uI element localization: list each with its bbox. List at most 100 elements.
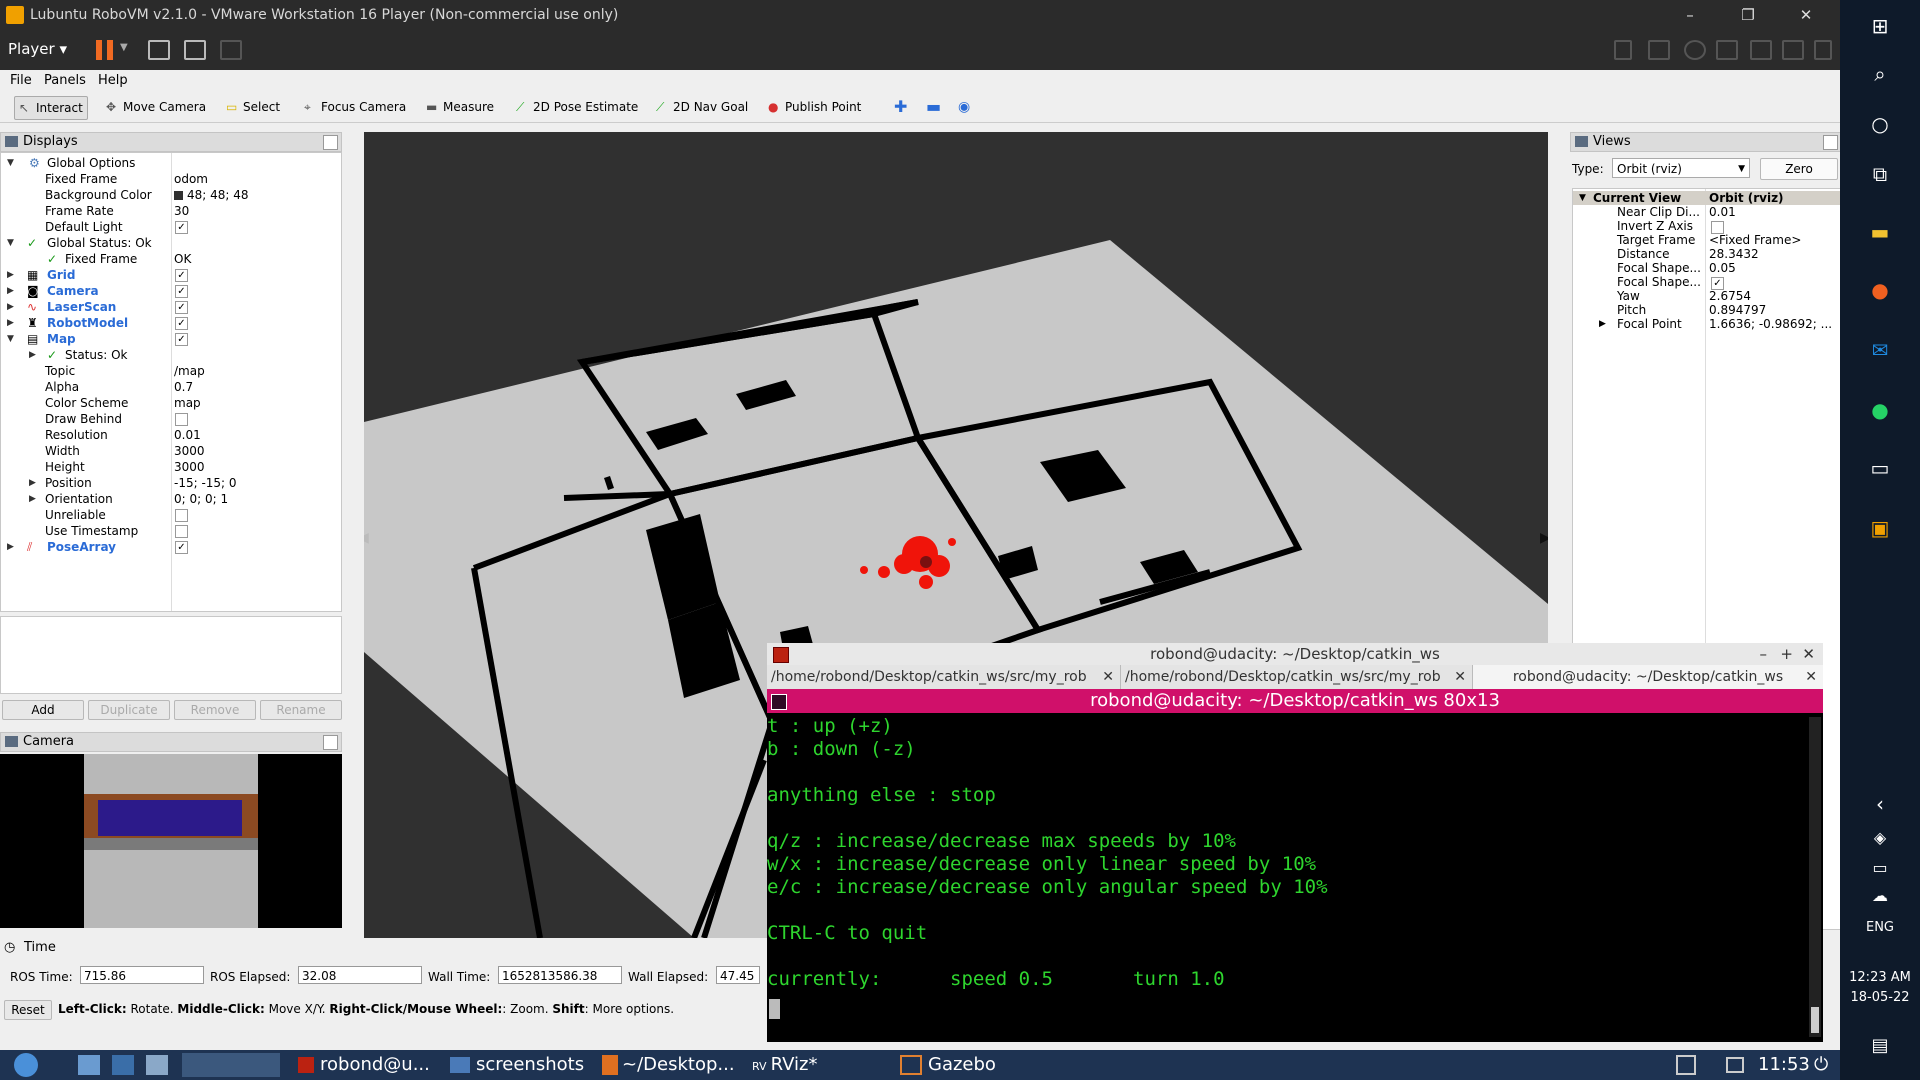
clipboard-icon[interactable] [1676,1055,1696,1075]
menu-help[interactable]: Help [98,73,128,88]
taskbar-clock[interactable]: 11:53 [1758,1054,1810,1076]
defender-icon[interactable]: ◈ [1868,826,1892,850]
terminal-tab-2[interactable]: /home/robond/Desktop/catkin_ws/src/my_ro… [1121,665,1473,689]
chevron-down-icon[interactable]: ▼ [120,42,128,53]
close-tab-icon[interactable]: ✕ [1102,665,1114,689]
row-value[interactable]: 0.7 [174,379,193,395]
select-tool[interactable]: ▭ Select [222,96,284,118]
taskbar-item-gazebo[interactable]: Gazebo [900,1054,996,1076]
view-row[interactable]: Focal Shape... ✓ [1573,275,1841,290]
scrollbar-thumb[interactable] [1811,1007,1819,1033]
pause-icon[interactable] [96,40,114,60]
undock-icon[interactable] [1823,135,1838,150]
vmware-icon[interactable]: ▣ [1868,516,1892,540]
add-tool-icon[interactable]: ✚ [890,96,911,118]
whatsapp-icon[interactable]: ● [1868,398,1892,422]
battery-icon[interactable]: ▭ [1868,856,1892,880]
language-indicator[interactable]: ENG [1840,920,1920,935]
robotmodel-checkbox[interactable]: ✓ [175,317,188,330]
windows-start-icon[interactable]: ⊞ [1868,14,1892,38]
cd-icon[interactable] [1684,40,1706,60]
tool-properties-icon[interactable]: ◉ [954,96,974,118]
unity-icon[interactable] [220,40,242,60]
chevron-left-icon[interactable]: ‹ [1868,792,1892,816]
ros-time-field[interactable]: 715.86 [80,966,204,984]
view-row[interactable]: Pitch 0.894797 [1573,303,1841,317]
fullscreen-icon[interactable] [184,40,206,60]
harddisk-icon[interactable] [1648,40,1670,60]
close-icon[interactable]: ✕ [1802,643,1815,665]
focus-camera-tool[interactable]: ⌖ Focus Camera [300,96,410,118]
row-value[interactable]: /map [174,363,205,379]
close-tab-icon[interactable]: ✕ [1454,665,1466,689]
display-icon[interactable] [1716,40,1738,60]
undock-icon[interactable] [323,135,338,150]
row-value[interactable]: map [174,395,201,411]
expand-icon[interactable]: ▶ [1599,317,1606,331]
network-icon[interactable] [1614,40,1632,60]
wall-elapsed-field[interactable]: 47.45 [716,966,760,984]
view-row[interactable]: Yaw 2.6754 [1573,289,1841,303]
maximize-icon[interactable]: + [1780,643,1793,665]
browser-icon[interactable] [112,1055,134,1075]
row-value[interactable]: 2.6754 [1709,289,1751,303]
power-icon[interactable]: ⏻ [1814,1054,1828,1076]
cloud-icon[interactable]: ☁ [1868,884,1892,908]
system-date[interactable]: 18-05-22 [1840,990,1920,1005]
terminal-window[interactable]: robond@udacity: ~/Desktop/catkin_ws – + … [767,643,1823,1042]
notifications-icon[interactable]: ▤ [1868,1034,1892,1058]
show-desktop-icon[interactable] [146,1055,168,1075]
reset-button[interactable]: Reset [4,1000,52,1020]
rename-display-button[interactable]: Rename [260,700,342,720]
row-value[interactable]: 30 [174,203,189,219]
minimize-icon[interactable]: – [1760,643,1768,665]
laserscan-checkbox[interactable]: ✓ [175,301,188,314]
view-row[interactable]: ▶ Focal Point 1.6636; -0.98692; ... [1573,317,1841,331]
player-menu-button[interactable]: Player ▾ [8,40,67,58]
add-display-button[interactable]: Add [2,700,84,720]
view-row[interactable]: Invert Z Axis [1573,219,1841,234]
map-checkbox[interactable]: ✓ [175,333,188,346]
undock-icon[interactable] [323,735,338,750]
wall-time-field[interactable]: 1652813586.38 [498,966,622,984]
network-icon[interactable] [1726,1057,1744,1073]
printer-icon[interactable] [1750,40,1772,60]
row-value[interactable]: <Fixed Frame> [1709,233,1801,247]
search-icon[interactable]: ⌕ [1868,62,1892,86]
row-value[interactable]: 0.894797 [1709,303,1766,317]
view-row[interactable]: Distance 28.3432 [1573,247,1841,261]
workspace-switcher[interactable] [182,1053,280,1077]
zero-button[interactable]: Zero [1760,158,1838,180]
menu-panels[interactable]: Panels [44,73,86,88]
default-light-checkbox[interactable]: ✓ [175,221,188,234]
file-explorer-icon[interactable]: ▬ [1868,220,1892,244]
ros-elapsed-field[interactable]: 32.08 [298,966,422,984]
terminal-tab-1[interactable]: /home/robond/Desktop/catkin_ws/src/my_ro… [767,665,1121,689]
view-type-select[interactable]: Orbit (rviz) ▼ [1612,158,1750,178]
terminal-app-icon[interactable]: ▭ [1868,456,1892,480]
use-timestamp-checkbox[interactable] [175,525,188,538]
maximize-button[interactable]: ❐ [1730,4,1766,26]
publish-point-tool[interactable]: ● Publish Point [764,96,865,118]
menu-file[interactable]: File [10,73,32,88]
move-camera-tool[interactable]: ✥ Move Camera [102,96,210,118]
task-view-icon[interactable]: ⧉ [1868,162,1892,186]
cortana-icon[interactable]: ○ [1868,112,1892,136]
taskbar-item-rviz[interactable]: RV RViz* [752,1054,817,1078]
download-icon[interactable] [1814,40,1832,60]
measure-tool[interactable]: ▬ Measure [422,96,498,118]
row-value[interactable]: 48; 48; 48 [187,187,249,203]
taskbar-item-desktop[interactable]: ~/Desktop... [602,1054,735,1076]
current-view-row[interactable]: ▼ Current View Orbit (rviz) [1573,191,1841,205]
send-ctrl-alt-del-icon[interactable] [148,40,170,60]
row-value[interactable]: 1.6636; -0.98692; ... [1709,317,1832,331]
remove-tool-icon[interactable]: ▬ [922,96,945,118]
close-tab-icon[interactable]: ✕ [1805,665,1817,689]
system-time[interactable]: 12:23 AM [1840,970,1920,985]
file-manager-icon[interactable] [78,1055,100,1075]
pose-estimate-tool[interactable]: ⟋ 2D Pose Estimate [512,96,642,118]
posearray-checkbox[interactable]: ✓ [175,541,188,554]
nav-goal-tool[interactable]: ⟋ 2D Nav Goal [652,96,752,118]
taskbar-item-screenshots[interactable]: screenshots [450,1054,584,1076]
row-value[interactable]: odom [174,171,208,187]
